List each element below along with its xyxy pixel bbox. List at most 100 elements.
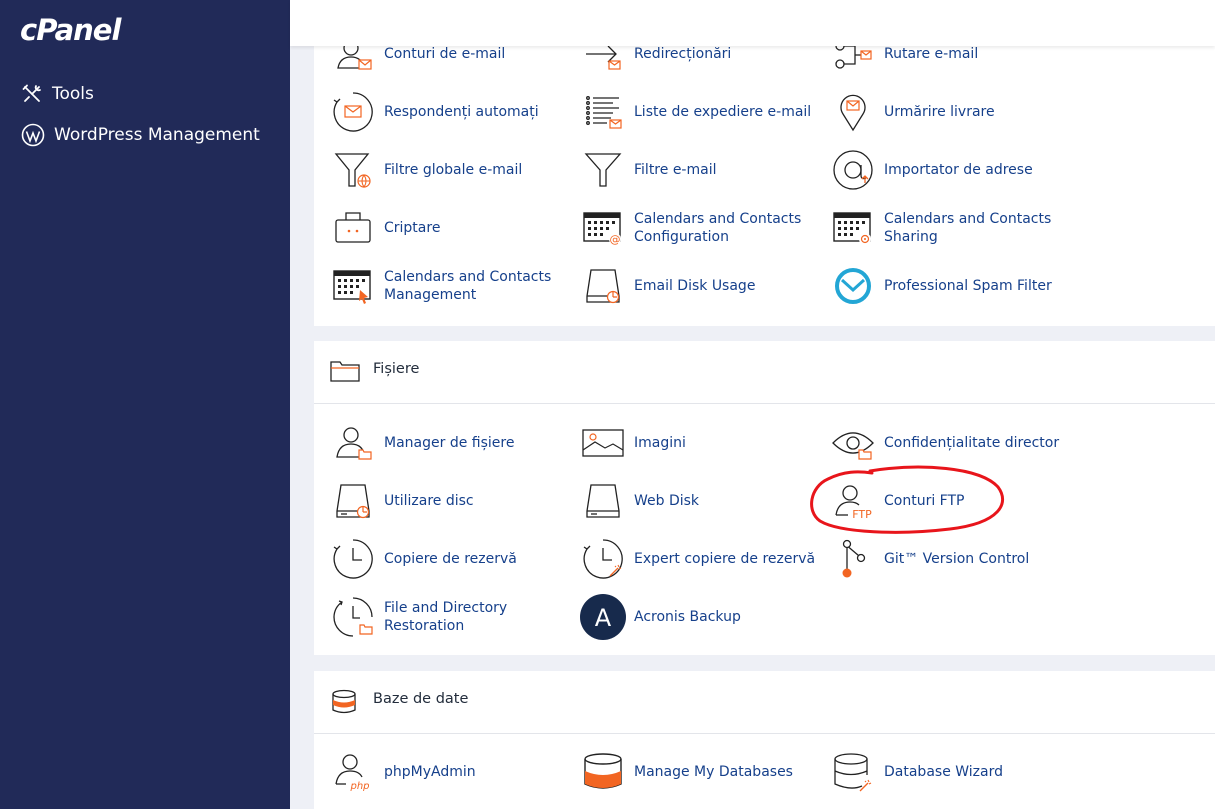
item-label: Conturi FTP (884, 493, 965, 509)
calendar-sharing-link[interactable]: Calendars and Contacts Sharing (830, 205, 1074, 251)
ftp-icon-text: FTP (852, 508, 872, 521)
item-label: Calendars and Contacts Sharing (884, 211, 1052, 245)
files-panel: Fișiere Manager de fișiere Imagini Confi… (314, 341, 1215, 655)
sidebar-item-tools[interactable]: Tools (21, 83, 94, 105)
ftp-accounts-icon: FTP (830, 478, 876, 524)
encryption-link[interactable]: Criptare (330, 205, 574, 251)
acronis-icon: A (580, 594, 626, 640)
item-label: Expert copiere de rezervă (634, 551, 816, 567)
item-label: Importator de adrese (884, 162, 1033, 178)
web-disk-icon (580, 478, 626, 524)
item-label: Calendars and Contacts Management (384, 269, 552, 303)
file-manager-icon (330, 420, 376, 466)
item-label: Email Disk Usage (634, 278, 756, 294)
cpanel-logo[interactable]: cPanel (20, 13, 121, 47)
global-filter-icon (330, 147, 376, 193)
calendar-sharing-icon (830, 205, 876, 251)
item-label: Web Disk (634, 493, 700, 509)
item-label: Professional Spam Filter (884, 278, 1052, 294)
item-label: phpMyAdmin (384, 764, 476, 780)
item-label: Filtre e-mail (634, 162, 717, 178)
mailing-lists-link[interactable]: Liste de expediere e-mail (580, 89, 824, 135)
email-disk-usage-icon (580, 263, 626, 309)
item-label: Acronis Backup (634, 609, 741, 625)
item-label: Utilizare disc (384, 493, 474, 509)
backup-wizard-link[interactable]: Expert copiere de rezervă (580, 536, 824, 582)
ftp-accounts-link[interactable]: FTP Conturi FTP (830, 478, 1074, 524)
images-link[interactable]: Imagini (580, 420, 824, 466)
item-label: Liste de expediere e-mail (634, 104, 812, 120)
git-link[interactable]: Git™ Version Control (830, 536, 1074, 582)
backup-link[interactable]: Copiere de rezervă (330, 536, 574, 582)
acronis-link[interactable]: A Acronis Backup (580, 594, 824, 640)
item-label: Manage My Databases (634, 764, 793, 780)
sidebar: cPanel Tools WordPress Management (0, 0, 290, 809)
global-filter-link[interactable]: Filtre globale e-mail (330, 147, 574, 193)
panel-title: Fișiere (373, 361, 420, 377)
item-label: Imagini (634, 435, 686, 451)
manage-databases-link[interactable]: Manage My Databases (580, 749, 824, 795)
item-label: Filtre globale e-mail (384, 162, 523, 178)
item-label: Copiere de rezervă (384, 551, 517, 567)
calendar-config-icon: @ (580, 205, 626, 251)
email-panel: Conturi de e-mail Redirecționări Rutare … (314, 0, 1215, 326)
item-label: Git™ Version Control (884, 551, 1030, 567)
track-delivery-icon (830, 89, 876, 135)
databases-panel-header[interactable]: Baze de date (314, 671, 1215, 734)
tools-icon (22, 84, 41, 102)
track-delivery-link[interactable]: Urmărire livrare (830, 89, 1074, 135)
files-panel-header[interactable]: Fișiere (314, 341, 1215, 404)
backup-icon (330, 536, 376, 582)
spam-filter-icon (830, 263, 876, 309)
item-label: Database Wizard (884, 764, 1003, 780)
sidebar-item-wordpress[interactable]: WordPress Management (21, 123, 260, 147)
item-label: Calendars and Contacts Configuration (634, 211, 802, 245)
sidebar-item-label: Tools (52, 84, 94, 104)
autoresponders-icon (330, 89, 376, 135)
git-icon (830, 536, 876, 582)
item-label: Urmărire livrare (884, 104, 995, 120)
database-icon (330, 689, 358, 719)
item-label: Rutare e-mail (884, 46, 979, 62)
wordpress-icon (21, 123, 45, 147)
top-bar (290, 0, 1215, 46)
email-disk-usage-link[interactable]: Email Disk Usage (580, 263, 824, 309)
php-icon-text: php (349, 781, 369, 792)
panel-title: Baze de date (373, 691, 469, 707)
address-importer-icon (830, 147, 876, 193)
calendar-management-link[interactable]: Calendars and Contacts Management (330, 263, 574, 309)
file-restoration-link[interactable]: File and Directory Restoration (330, 594, 574, 640)
file-restoration-icon (330, 594, 376, 640)
item-label: File and Directory Restoration (384, 600, 508, 634)
backup-wizard-icon (580, 536, 626, 582)
item-label: Criptare (384, 220, 441, 236)
directory-privacy-link[interactable]: Confidențialitate director (830, 420, 1074, 466)
spam-filter-link[interactable]: Professional Spam Filter (830, 263, 1074, 309)
encryption-icon (330, 205, 376, 251)
item-label: Manager de fișiere (384, 435, 515, 451)
calendar-management-icon (330, 263, 376, 309)
svg-text:@: @ (610, 233, 621, 246)
phpmyadmin-icon: php (330, 749, 376, 795)
phpmyadmin-link[interactable]: php phpMyAdmin (330, 749, 574, 795)
calendar-config-link[interactable]: @ Calendars and Contacts Configuration (580, 205, 824, 251)
autoresponders-link[interactable]: Respondenți automați (330, 89, 574, 135)
mailing-lists-icon (580, 89, 626, 135)
directory-privacy-icon (830, 420, 876, 466)
database-wizard-icon (830, 749, 876, 795)
file-manager-link[interactable]: Manager de fișiere (330, 420, 574, 466)
address-importer-link[interactable]: Importator de adrese (830, 147, 1074, 193)
databases-panel: Baze de date php phpMyAdmin Manage My Da… (314, 671, 1215, 809)
item-label: Redirecționări (634, 46, 732, 62)
item-label: Confidențialitate director (884, 435, 1060, 451)
images-icon (580, 420, 626, 466)
database-wizard-link[interactable]: Database Wizard (830, 749, 1074, 795)
disk-usage-icon (330, 478, 376, 524)
disk-usage-link[interactable]: Utilizare disc (330, 478, 574, 524)
web-disk-link[interactable]: Web Disk (580, 478, 824, 524)
email-filter-icon (580, 147, 626, 193)
item-label: Respondenți automați (384, 104, 539, 120)
folder-icon (330, 359, 360, 387)
manage-databases-icon (580, 749, 626, 795)
email-filter-link[interactable]: Filtre e-mail (580, 147, 824, 193)
